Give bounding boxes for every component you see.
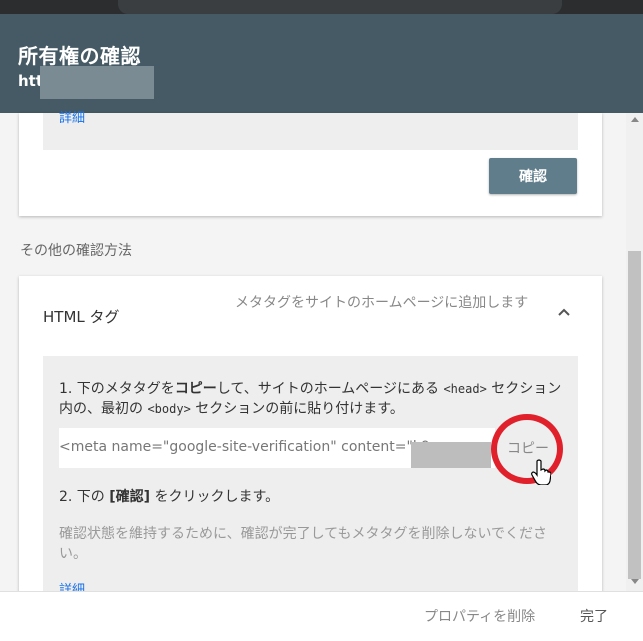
chevron-up-icon[interactable] [555,304,573,322]
scroll-up-arrow-icon[interactable] [631,117,639,122]
dialog-footer: プロパティを削除 完了 [0,591,643,641]
keep-meta-note: 確認状態を維持するために、確認が完了してもメタタグを削除しないでください。 [59,526,548,562]
html-tag-description: メタタグをサイトのホームページに追加します [235,295,529,311]
highlight-circle [491,414,563,484]
dialog-header: 所有権の確認 htt [0,14,643,113]
remove-property-button[interactable]: プロパティを削除 [424,606,535,626]
browser-top-strip [0,0,643,14]
html-tag-body: 1. 下のメタタグをコピーして、サイトのホームページにある <head> セクシ… [43,356,578,598]
hand-pointer-icon [531,459,551,485]
step2-instruction: 2. 下の [確認] をクリックします。 [59,489,280,505]
details-link-top[interactable]: 詳細 [59,107,85,126]
html-tag-card: HTML タグ メタタグをサイトのホームページに追加します 1. 下のメタタグを… [19,276,602,598]
confirm-button[interactable]: 確認 [489,158,577,194]
verification-card-top: 詳細 確認 [19,111,602,216]
browser-tab-pill [118,0,562,14]
url-redaction [40,66,154,99]
meta-content-redaction [411,442,491,468]
meta-tag-text: <meta name="google-site-verification" co… [59,439,430,455]
html-tag-title[interactable]: HTML タグ [43,306,120,327]
card-top-gray-panel: 詳細 [43,111,578,150]
scrollbar[interactable] [626,113,643,591]
step1-instruction: 1. 下のメタタグをコピーして、サイトのホームページにある <head> セクシ… [59,381,562,417]
scroll-down-arrow-icon[interactable] [631,579,639,584]
scrollbar-thumb[interactable] [628,251,641,579]
other-methods-label: その他の確認方法 [20,243,132,259]
done-button[interactable]: 完了 [580,606,608,626]
dialog-title: 所有権の確認 [18,44,141,68]
meta-tag-field[interactable]: <meta name="google-site-verification" co… [59,428,495,468]
